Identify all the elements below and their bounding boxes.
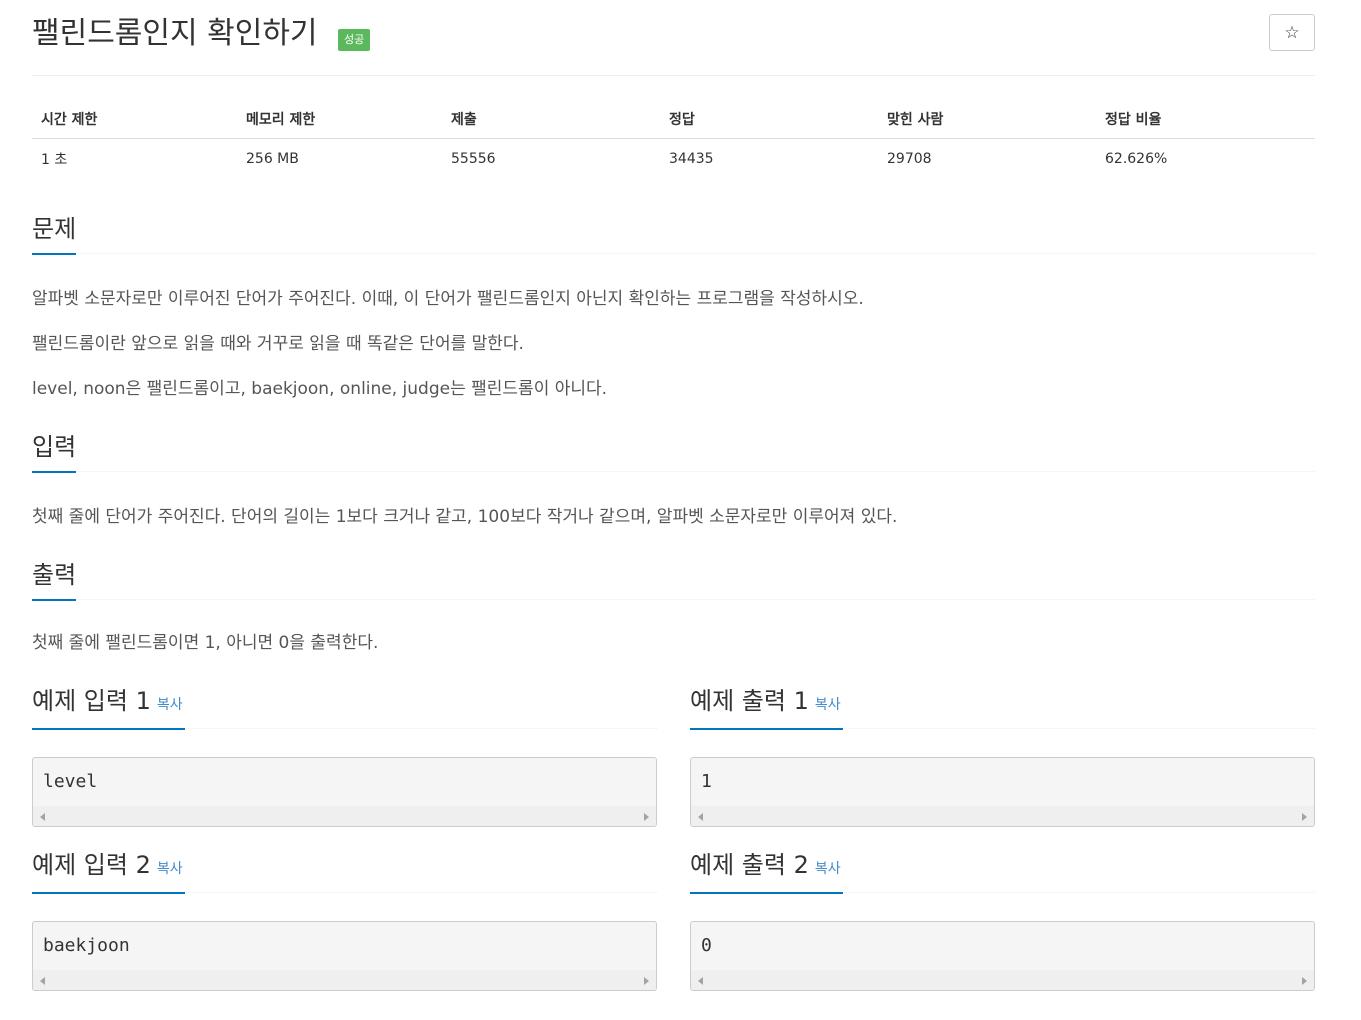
memory-limit-value: 256 MB xyxy=(246,150,299,167)
scroll-left-icon[interactable] xyxy=(40,813,45,821)
sample-output-1-title: 예제 출력 1 xyxy=(690,687,809,715)
page-title: 팰린드롬인지 확인하기 xyxy=(32,16,318,51)
copy-sample-input-1-button[interactable]: 복사 xyxy=(157,697,183,713)
sample-input-1-title: 예제 입력 1 xyxy=(32,687,151,715)
sample-output-2-headline: 예제 출력 2 복사 xyxy=(690,847,1315,894)
solved-users-value: 29708 xyxy=(887,150,932,167)
header-memory-limit: 메모리 제한 xyxy=(237,100,442,139)
problem-info-table: 시간 제한 메모리 제한 제출 정답 맞힌 사람 정답 비율 1 초 256 M… xyxy=(32,100,1315,179)
header-accept-ratio: 정답 비율 xyxy=(1096,100,1315,139)
sample-input-2-box[interactable]: baekjoon xyxy=(32,921,657,991)
description-paragraph: level, noon은 팰린드롬이고, baekjoon, online, j… xyxy=(32,379,608,399)
input-description: 첫째 줄에 단어가 주어진다. 단어의 길이는 1보다 크거나 같고, 100보… xyxy=(32,507,898,527)
scroll-right-icon[interactable] xyxy=(644,977,649,985)
accept-ratio-value: 62.626% xyxy=(1105,150,1168,167)
sample-output-1: 예제 출력 1 복사 1 xyxy=(690,683,1315,827)
copy-sample-output-2-button[interactable]: 복사 xyxy=(815,861,841,877)
status-badge: 성공 xyxy=(338,29,371,51)
favorite-button[interactable]: ☆ xyxy=(1269,14,1315,51)
input-heading: 입력 xyxy=(32,432,77,473)
accepted-value: 34435 xyxy=(669,150,714,167)
sample-input-1: 예제 입력 1 복사 level xyxy=(32,683,657,827)
sample-input-1-code: level xyxy=(43,771,98,792)
scroll-left-icon[interactable] xyxy=(698,813,703,821)
description-heading: 문제 xyxy=(32,214,77,255)
table-row: 1 초 256 MB 55556 34435 29708 62.626% xyxy=(32,139,1315,179)
table-header-row: 시간 제한 메모리 제한 제출 정답 맞힌 사람 정답 비율 xyxy=(32,100,1315,139)
star-icon: ☆ xyxy=(1284,22,1300,43)
scroll-right-icon[interactable] xyxy=(644,813,649,821)
output-description: 첫째 줄에 팰린드롬이면 1, 아니면 0을 출력한다. xyxy=(32,633,379,653)
sample-input-2: 예제 입력 2 복사 baekjoon xyxy=(32,847,657,991)
scroll-left-icon[interactable] xyxy=(698,977,703,985)
sample-input-2-headline: 예제 입력 2 복사 xyxy=(32,847,657,894)
sample-output-1-box[interactable]: 1 xyxy=(690,757,1315,827)
sample-output-2: 예제 출력 2 복사 0 xyxy=(690,847,1315,991)
header-submissions: 제출 xyxy=(442,100,660,139)
scroll-right-icon[interactable] xyxy=(1302,813,1307,821)
horizontal-scrollbar[interactable] xyxy=(691,806,1314,826)
description-paragraph: 팰린드롬이란 앞으로 읽을 때와 거꾸로 읽을 때 똑같은 단어를 말한다. xyxy=(32,334,524,354)
problem-header: 팰린드롬인지 확인하기 성공 ☆ xyxy=(32,12,1315,76)
scroll-left-icon[interactable] xyxy=(40,977,45,985)
copy-sample-input-2-button[interactable]: 복사 xyxy=(157,861,183,877)
horizontal-scrollbar[interactable] xyxy=(33,970,656,990)
sample-output-2-code: 0 xyxy=(701,935,712,956)
header-time-limit: 시간 제한 xyxy=(32,100,237,139)
sample-input-2-title: 예제 입력 2 xyxy=(32,851,151,879)
scroll-right-icon[interactable] xyxy=(1302,977,1307,985)
copy-sample-output-1-button[interactable]: 복사 xyxy=(815,697,841,713)
sample-output-1-headline: 예제 출력 1 복사 xyxy=(690,683,1315,730)
sample-output-2-box[interactable]: 0 xyxy=(690,921,1315,991)
problem-page: 팰린드롬인지 확인하기 성공 ☆ 시간 제한 메모리 제한 제출 정답 맞힌 사… xyxy=(0,0,1361,1020)
sample-input-1-box[interactable]: level xyxy=(32,757,657,827)
output-section-headline: 출력 xyxy=(32,560,1315,601)
description-paragraph: 알파벳 소문자로만 이루어진 단어가 주어진다. 이때, 이 단어가 팰린드롬인… xyxy=(32,289,864,309)
input-section-headline: 입력 xyxy=(32,432,1315,473)
sample-output-2-title: 예제 출력 2 xyxy=(690,851,809,879)
output-heading: 출력 xyxy=(32,560,77,601)
sample-output-1-code: 1 xyxy=(701,771,712,792)
header-solved-users: 맞힌 사람 xyxy=(878,100,1096,139)
time-limit-value: 1 초 xyxy=(41,151,68,168)
submissions-value: 55556 xyxy=(451,150,496,167)
header-accepted: 정답 xyxy=(660,100,878,139)
sample-input-2-code: baekjoon xyxy=(43,935,130,956)
description-section-headline: 문제 xyxy=(32,214,1315,255)
horizontal-scrollbar[interactable] xyxy=(33,806,656,826)
sample-input-1-headline: 예제 입력 1 복사 xyxy=(32,683,657,730)
horizontal-scrollbar[interactable] xyxy=(691,970,1314,990)
